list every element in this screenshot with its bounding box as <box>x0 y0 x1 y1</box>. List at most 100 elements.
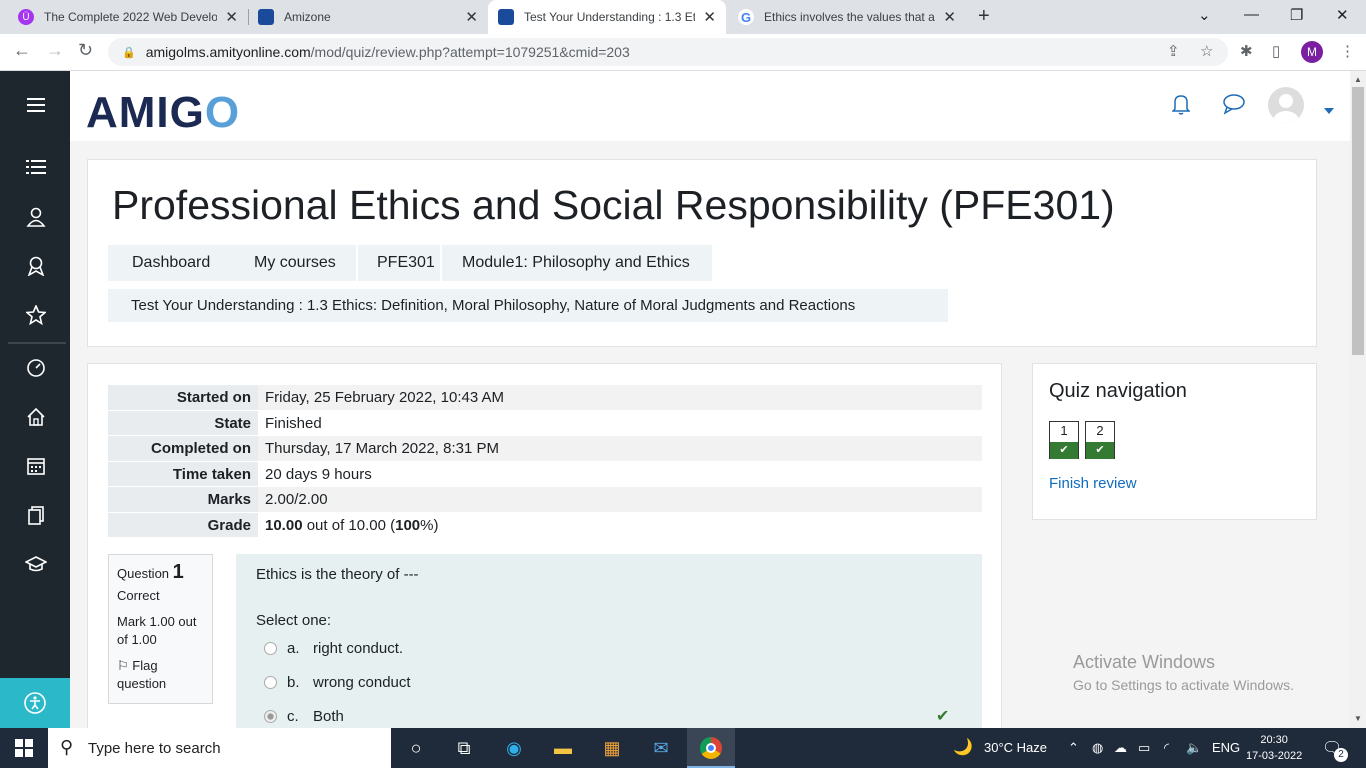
summary-label: Time taken <box>108 461 258 486</box>
question-info-panel: Question 1 Correct Mark 1.00 out of 1.00… <box>108 554 213 704</box>
google-favicon-icon: G <box>738 9 754 25</box>
scroll-down-icon[interactable]: ▼ <box>1354 714 1362 723</box>
reload-icon[interactable]: ↻ <box>78 40 93 61</box>
user-avatar[interactable] <box>1268 87 1304 123</box>
file-explorer-icon[interactable]: ▬ <box>551 736 575 760</box>
user-profile-icon[interactable] <box>24 205 48 229</box>
microsoft-store-icon[interactable]: ▦ <box>600 736 624 760</box>
hamburger-menu-icon[interactable] <box>24 93 48 117</box>
breadcrumb-module[interactable]: Module1: Philosophy and Ethics <box>442 245 712 281</box>
breadcrumb-activity[interactable]: Test Your Understanding : 1.3 Ethics: De… <box>108 289 948 322</box>
calendar-icon[interactable] <box>24 454 48 478</box>
home-icon[interactable] <box>24 405 48 429</box>
weather-text[interactable]: 30°C Haze <box>984 740 1047 755</box>
messages-chat-icon[interactable] <box>1222 93 1246 120</box>
minimize-icon[interactable]: — <box>1244 6 1259 23</box>
taskbar-search-box[interactable]: ⚲ Type here to search <box>48 728 391 768</box>
task-view-icon[interactable]: ⧉ <box>452 736 476 760</box>
url-path: /mod/quiz/review.php?attempt=1079251&cmi… <box>310 44 630 60</box>
grade-score: 10.00 <box>265 516 303 534</box>
quiz-nav-question-1[interactable]: 1 ✔ <box>1049 421 1079 459</box>
question-mark: Mark 1.00 out of 1.00 <box>117 614 197 647</box>
windows-start-icon[interactable] <box>12 736 36 760</box>
activate-windows-subtext: Go to Settings to activate Windows. <box>1073 677 1294 693</box>
radio-button-selected[interactable] <box>264 710 277 723</box>
flag-question-link[interactable]: ⚐ Flag question <box>117 657 204 693</box>
answer-option-a[interactable]: a. right conduct. <box>264 640 403 657</box>
bookmark-star-icon[interactable]: ☆ <box>1200 42 1213 60</box>
list-icon[interactable] <box>24 155 48 179</box>
wifi-icon[interactable]: ◜ <box>1164 740 1169 756</box>
close-tab-icon[interactable]: ✕ <box>225 8 238 26</box>
new-tab-icon[interactable]: + <box>978 5 990 28</box>
meet-now-icon[interactable]: ◍ <box>1092 740 1103 756</box>
badge-award-icon[interactable] <box>24 254 48 278</box>
close-tab-icon[interactable]: ✕ <box>703 8 716 26</box>
mail-icon[interactable]: ✉ <box>649 736 673 760</box>
quiz-nav-title: Quiz navigation <box>1049 380 1187 402</box>
volume-icon[interactable]: 🔈 <box>1186 740 1202 756</box>
option-text: wrong conduct <box>313 674 411 691</box>
tab-quiz-review-active[interactable]: Test Your Understanding : 1.3 Eth ✕ <box>488 0 726 34</box>
clock-date: 17-03-2022 <box>1246 750 1303 762</box>
user-menu-caret-icon[interactable] <box>1324 101 1334 119</box>
answer-option-b[interactable]: b. wrong conduct <box>264 674 411 691</box>
tab-web-develop[interactable]: Ü The Complete 2022 Web Develop ✕ <box>8 0 248 34</box>
radio-button[interactable] <box>264 642 277 655</box>
close-tab-icon[interactable]: ✕ <box>465 8 478 26</box>
cortana-circle-icon[interactable]: ○ <box>404 736 428 760</box>
onedrive-cloud-icon[interactable]: ☁ <box>1114 740 1127 756</box>
chrome-menu-icon[interactable]: ⋮ <box>1340 42 1355 60</box>
side-panel-icon[interactable]: ▯ <box>1272 42 1280 60</box>
tray-chevron-up-icon[interactable]: ⌃ <box>1068 740 1079 756</box>
finish-review-link[interactable]: Finish review <box>1049 475 1137 492</box>
tab-search-chevron-icon[interactable]: ⌄ <box>1198 6 1211 24</box>
notification-bell-icon[interactable] <box>1171 93 1191 120</box>
question-status: Correct <box>117 588 160 603</box>
page-scrollbar[interactable]: ▲ ▼ <box>1350 71 1366 728</box>
input-language[interactable]: ENG <box>1212 740 1240 755</box>
option-text: right conduct. <box>313 640 404 657</box>
profile-avatar[interactable]: M <box>1301 41 1323 63</box>
activate-windows-watermark: Activate Windows <box>1073 652 1216 672</box>
forward-arrow-icon[interactable]: → <box>46 40 64 61</box>
close-window-icon[interactable]: ✕ <box>1336 6 1349 24</box>
amigo-logo[interactable]: AMIGO <box>86 88 240 138</box>
scroll-up-icon[interactable]: ▲ <box>1354 75 1362 84</box>
quiz-nav-question-2[interactable]: 2 ✔ <box>1085 421 1115 459</box>
system-clock[interactable]: 20:30 17-03-2022 <box>1246 732 1302 764</box>
search-placeholder: Type here to search <box>88 739 221 757</box>
quiz-review-main: Started on Friday, 25 February 2022, 10:4… <box>87 363 1002 754</box>
logo-text-accent: O <box>204 88 241 137</box>
grade-suffix: %) <box>420 516 439 534</box>
answer-option-c[interactable]: c. Both <box>264 708 344 725</box>
breadcrumb-pfe301[interactable]: PFE301 <box>358 245 440 281</box>
close-tab-icon[interactable]: ✕ <box>943 8 956 26</box>
scrollbar-thumb[interactable] <box>1352 87 1364 355</box>
lock-icon: 🔒 <box>122 46 136 59</box>
extensions-puzzle-icon[interactable]: ✱ <box>1240 42 1253 60</box>
address-bar[interactable]: 🔒 amigolms.amityonline.com/mod/quiz/revi… <box>108 38 1228 66</box>
tab-google-search[interactable]: G Ethics involves the values that a p ✕ <box>728 0 966 34</box>
summary-row: Grade 10.00 out of 10.00 (100%) <box>108 512 982 538</box>
files-icon[interactable] <box>24 503 48 527</box>
dashboard-gauge-icon[interactable] <box>24 356 48 380</box>
restore-icon[interactable]: ❐ <box>1290 6 1303 24</box>
back-arrow-icon[interactable]: ← <box>13 40 31 61</box>
breadcrumb-my-courses[interactable]: My courses <box>236 245 356 281</box>
edge-browser-icon[interactable]: ◉ <box>502 736 526 760</box>
battery-icon[interactable]: ▭ <box>1138 740 1150 756</box>
radio-button[interactable] <box>264 676 277 689</box>
share-icon[interactable]: ⇪ <box>1167 42 1180 60</box>
grade-percent: 100 <box>395 516 421 534</box>
star-favourite-icon[interactable] <box>24 303 48 327</box>
option-letter: a. <box>287 640 300 657</box>
quiz-navigation-block: Quiz navigation 1 ✔ 2 ✔ Finish review <box>1032 363 1317 520</box>
question-button-number: 2 <box>1096 423 1104 438</box>
summary-value: 20 days 9 hours <box>258 461 982 486</box>
tab-amizone[interactable]: Amizone ✕ <box>248 0 488 34</box>
chrome-taskbar-button[interactable] <box>687 728 735 768</box>
graduation-cap-icon[interactable] <box>24 552 48 576</box>
accessibility-button[interactable] <box>0 678 70 728</box>
breadcrumb-dashboard[interactable]: Dashboard <box>108 245 236 281</box>
